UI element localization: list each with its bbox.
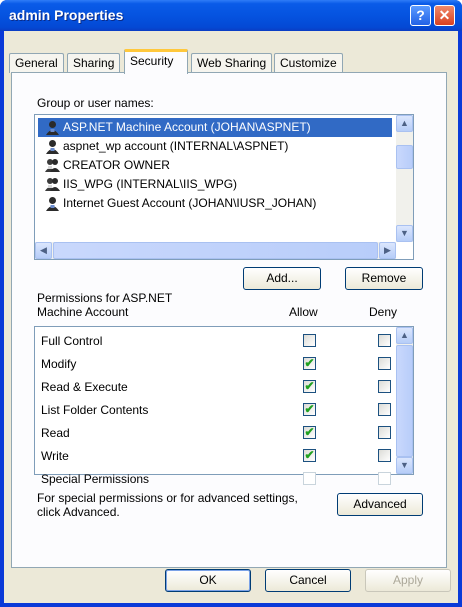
allow-checkbox[interactable]: ✔ xyxy=(303,449,316,462)
permission-row: Read & Execute ✔ xyxy=(35,377,397,399)
permissions-label-line2: Machine Account xyxy=(37,305,129,319)
user-icon xyxy=(46,140,59,154)
user-list-item[interactable]: aspnet_wp account (INTERNAL\ASPNET) xyxy=(38,137,392,156)
deny-checkbox[interactable] xyxy=(378,357,391,370)
deny-header: Deny xyxy=(369,305,398,319)
deny-checkbox[interactable] xyxy=(378,380,391,393)
scroll-thumb[interactable] xyxy=(396,145,413,169)
group-icon xyxy=(45,159,60,172)
perm-scroll-thumb[interactable] xyxy=(396,345,413,457)
cancel-button[interactable]: Cancel xyxy=(265,569,351,592)
perm-scroll-down-button[interactable]: ▼ xyxy=(396,457,413,474)
user-icon xyxy=(46,197,59,211)
allow-checkbox[interactable] xyxy=(303,334,316,347)
group-icon xyxy=(45,178,60,191)
tab-sharing[interactable]: Sharing xyxy=(67,53,121,73)
deny-checkbox[interactable] xyxy=(378,449,391,462)
user-list-item[interactable]: Internet Guest Account (JOHAN\IUSR_JOHAN… xyxy=(38,194,392,213)
allow-checkbox[interactable]: ✔ xyxy=(303,380,316,393)
deny-checkbox[interactable] xyxy=(378,403,391,416)
permission-name: Modify xyxy=(41,357,77,371)
user-name: Internet Guest Account (JOHAN\IUSR_JOHAN… xyxy=(63,196,317,210)
allow-checkbox[interactable]: ✔ xyxy=(303,403,316,416)
help-button[interactable]: ? xyxy=(410,5,431,26)
tab-security[interactable]: Security xyxy=(124,49,188,74)
remove-button[interactable]: Remove xyxy=(345,267,423,290)
user-name: ASP.NET Machine Account (JOHAN\ASPNET) xyxy=(63,120,311,134)
apply-button[interactable]: Apply xyxy=(365,569,451,592)
title-bar[interactable]: admin Properties ? ✕ xyxy=(0,0,462,31)
scroll-up-button[interactable]: ▲ xyxy=(396,115,413,132)
group-or-user-names-label: Group or user names: xyxy=(37,96,154,110)
permission-name: Special Permissions xyxy=(41,472,150,486)
permission-name: Read & Execute xyxy=(41,380,128,394)
allow-header: Allow xyxy=(289,305,318,319)
permission-row: Read ✔ xyxy=(35,423,397,445)
user-list-item[interactable]: CREATOR OWNER xyxy=(38,156,392,175)
window-title: admin Properties xyxy=(9,7,124,23)
permissions-vscrollbar[interactable]: ▲ ▼ xyxy=(396,327,413,474)
ok-button[interactable]: OK xyxy=(165,569,251,592)
permission-name: Read xyxy=(41,426,70,440)
user-list-item[interactable]: ASP.NET Machine Account (JOHAN\ASPNET) xyxy=(38,118,392,137)
permission-row: Full Control xyxy=(35,331,397,353)
user-name: IIS_WPG (INTERNAL\IIS_WPG) xyxy=(63,177,238,191)
special-permissions-text-line1: For special permissions or for advanced … xyxy=(37,491,298,505)
user-list-vscrollbar[interactable]: ▲ ▼ xyxy=(396,115,413,242)
tab-general[interactable]: General xyxy=(9,53,64,73)
deny-checkbox[interactable] xyxy=(378,472,391,485)
scroll-right-button[interactable]: ▶ xyxy=(379,242,396,259)
properties-window: admin Properties ? ✕ General Sharing Sec… xyxy=(0,0,462,607)
allow-checkbox[interactable]: ✔ xyxy=(303,357,316,370)
allow-checkbox[interactable]: ✔ xyxy=(303,426,316,439)
permissions-label-line1: Permissions for ASP.NET xyxy=(37,291,173,305)
permission-row: Special Permissions xyxy=(35,469,397,491)
permission-name: Write xyxy=(41,449,69,463)
perm-scroll-up-button[interactable]: ▲ xyxy=(396,327,413,344)
user-icon xyxy=(46,121,59,135)
close-button[interactable]: ✕ xyxy=(434,5,455,26)
scroll-down-button[interactable]: ▼ xyxy=(396,225,413,242)
user-name: CREATOR OWNER xyxy=(63,158,170,172)
permission-row: List Folder Contents ✔ xyxy=(35,400,397,422)
permissions-list[interactable]: Full Control Modify ✔ Read & Execute ✔ List F… xyxy=(34,326,414,486)
deny-checkbox[interactable] xyxy=(378,334,391,347)
special-permissions-text-line2: click Advanced. xyxy=(37,505,120,519)
tab-customize[interactable]: Customize xyxy=(274,53,343,73)
permission-name: Full Control xyxy=(41,334,103,348)
user-name: aspnet_wp account (INTERNAL\ASPNET) xyxy=(63,139,289,153)
user-list[interactable]: ASP.NET Machine Account (JOHAN\ASPNET) as… xyxy=(34,114,414,260)
scroll-left-button[interactable]: ◀ xyxy=(35,242,52,259)
allow-checkbox[interactable] xyxy=(303,472,316,485)
permission-row: Modify ✔ xyxy=(35,354,397,376)
user-list-hscrollbar[interactable]: ◀ ▶ xyxy=(35,242,396,259)
tab-web-sharing[interactable]: Web Sharing xyxy=(191,53,273,73)
advanced-button[interactable]: Advanced xyxy=(337,493,423,516)
user-list-item[interactable]: IIS_WPG (INTERNAL\IIS_WPG) xyxy=(38,175,392,194)
hscroll-thumb[interactable] xyxy=(53,242,378,259)
add-button[interactable]: Add... xyxy=(243,267,321,290)
deny-checkbox[interactable] xyxy=(378,426,391,439)
permission-row: Write ✔ xyxy=(35,446,397,468)
permission-name: List Folder Contents xyxy=(41,403,149,417)
